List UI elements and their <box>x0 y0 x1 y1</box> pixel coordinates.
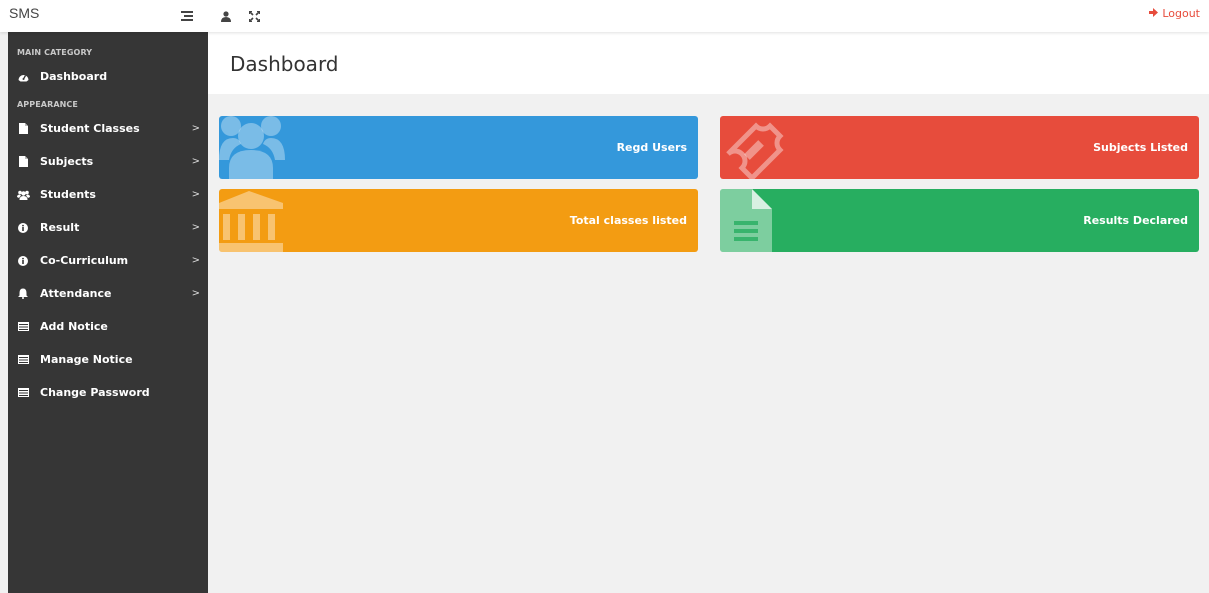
sidebar: MAIN CATEGORY Dashboard APPEARANCE Stude… <box>8 32 208 593</box>
sidebar-item-attendance[interactable]: Attendance > <box>8 277 208 310</box>
chevron-right-icon: > <box>191 255 200 266</box>
card-subjects-listed[interactable]: Subjects Listed <box>720 116 1199 179</box>
page-title: Dashboard <box>230 52 339 76</box>
sidebar-item-label: Add Notice <box>40 320 108 333</box>
brand-logo[interactable]: SMS <box>9 5 39 21</box>
card-results-declared[interactable]: Results Declared <box>720 189 1199 252</box>
sidebar-item-label: Attendance <box>40 287 112 300</box>
user-icon[interactable] <box>219 9 233 23</box>
sidebar-item-label: Result <box>40 221 80 234</box>
info-icon <box>16 221 30 235</box>
sidebar-item-result[interactable]: Result > <box>8 211 208 244</box>
sidebar-item-students[interactable]: Students > <box>8 178 208 211</box>
sidebar-item-label: Subjects <box>40 155 94 168</box>
bank-icon <box>219 189 285 252</box>
page-header: Dashboard <box>208 32 1209 94</box>
card-label: Results Declared <box>1083 214 1188 227</box>
bell-icon <box>16 287 30 301</box>
sidebar-item-student-classes[interactable]: Student Classes > <box>8 112 208 145</box>
sidebar-section-main-category: MAIN CATEGORY <box>17 48 93 57</box>
sidebar-item-subjects[interactable]: Subjects > <box>8 145 208 178</box>
sidebar-item-label: Student Classes <box>40 122 140 135</box>
logout-label: Logout <box>1162 7 1200 20</box>
card-total-classes-listed[interactable]: Total classes listed <box>219 189 698 252</box>
dashboard-icon <box>16 70 30 84</box>
chevron-right-icon: > <box>191 288 200 299</box>
notice-icon <box>16 320 30 334</box>
file-icon <box>16 122 30 136</box>
sidebar-item-label: Manage Notice <box>40 353 133 366</box>
sidebar-item-label: Dashboard <box>40 70 108 83</box>
menu-icon[interactable] <box>180 9 194 23</box>
chevron-right-icon: > <box>191 123 200 134</box>
fullscreen-icon[interactable] <box>247 9 261 23</box>
sidebar-item-label: Co-Curriculum <box>40 254 129 267</box>
card-label: Total classes listed <box>569 214 687 227</box>
sidebar-item-add-notice[interactable]: Add Notice <box>8 310 208 343</box>
card-label: Subjects Listed <box>1093 141 1188 154</box>
sidebar-section-appearance: APPEARANCE <box>17 100 78 109</box>
users-icon <box>16 188 30 202</box>
chevron-right-icon: > <box>191 156 200 167</box>
sidebar-item-manage-notice[interactable]: Manage Notice <box>8 343 208 376</box>
info-icon <box>16 254 30 268</box>
logout-icon <box>1149 7 1159 20</box>
file-icon <box>16 155 30 169</box>
sidebar-item-label: Students <box>40 188 96 201</box>
card-regd-users[interactable]: Regd Users <box>219 116 698 179</box>
chevron-right-icon: > <box>191 222 200 233</box>
top-navbar: SMS Logout <box>0 0 1209 32</box>
logout-button[interactable]: Logout <box>1149 7 1200 20</box>
sidebar-item-dashboard[interactable]: Dashboard <box>8 60 208 93</box>
sidebar-item-change-password[interactable]: Change Password <box>8 376 208 409</box>
ticket-icon <box>720 116 786 179</box>
notice-icon <box>16 353 30 367</box>
notice-icon <box>16 386 30 400</box>
chevron-right-icon: > <box>191 189 200 200</box>
card-label: Regd Users <box>616 141 687 154</box>
users-icon <box>219 116 285 179</box>
sidebar-item-co-curriculum[interactable]: Co-Curriculum > <box>8 244 208 277</box>
document-icon <box>720 189 786 252</box>
sidebar-item-label: Change Password <box>40 386 150 399</box>
